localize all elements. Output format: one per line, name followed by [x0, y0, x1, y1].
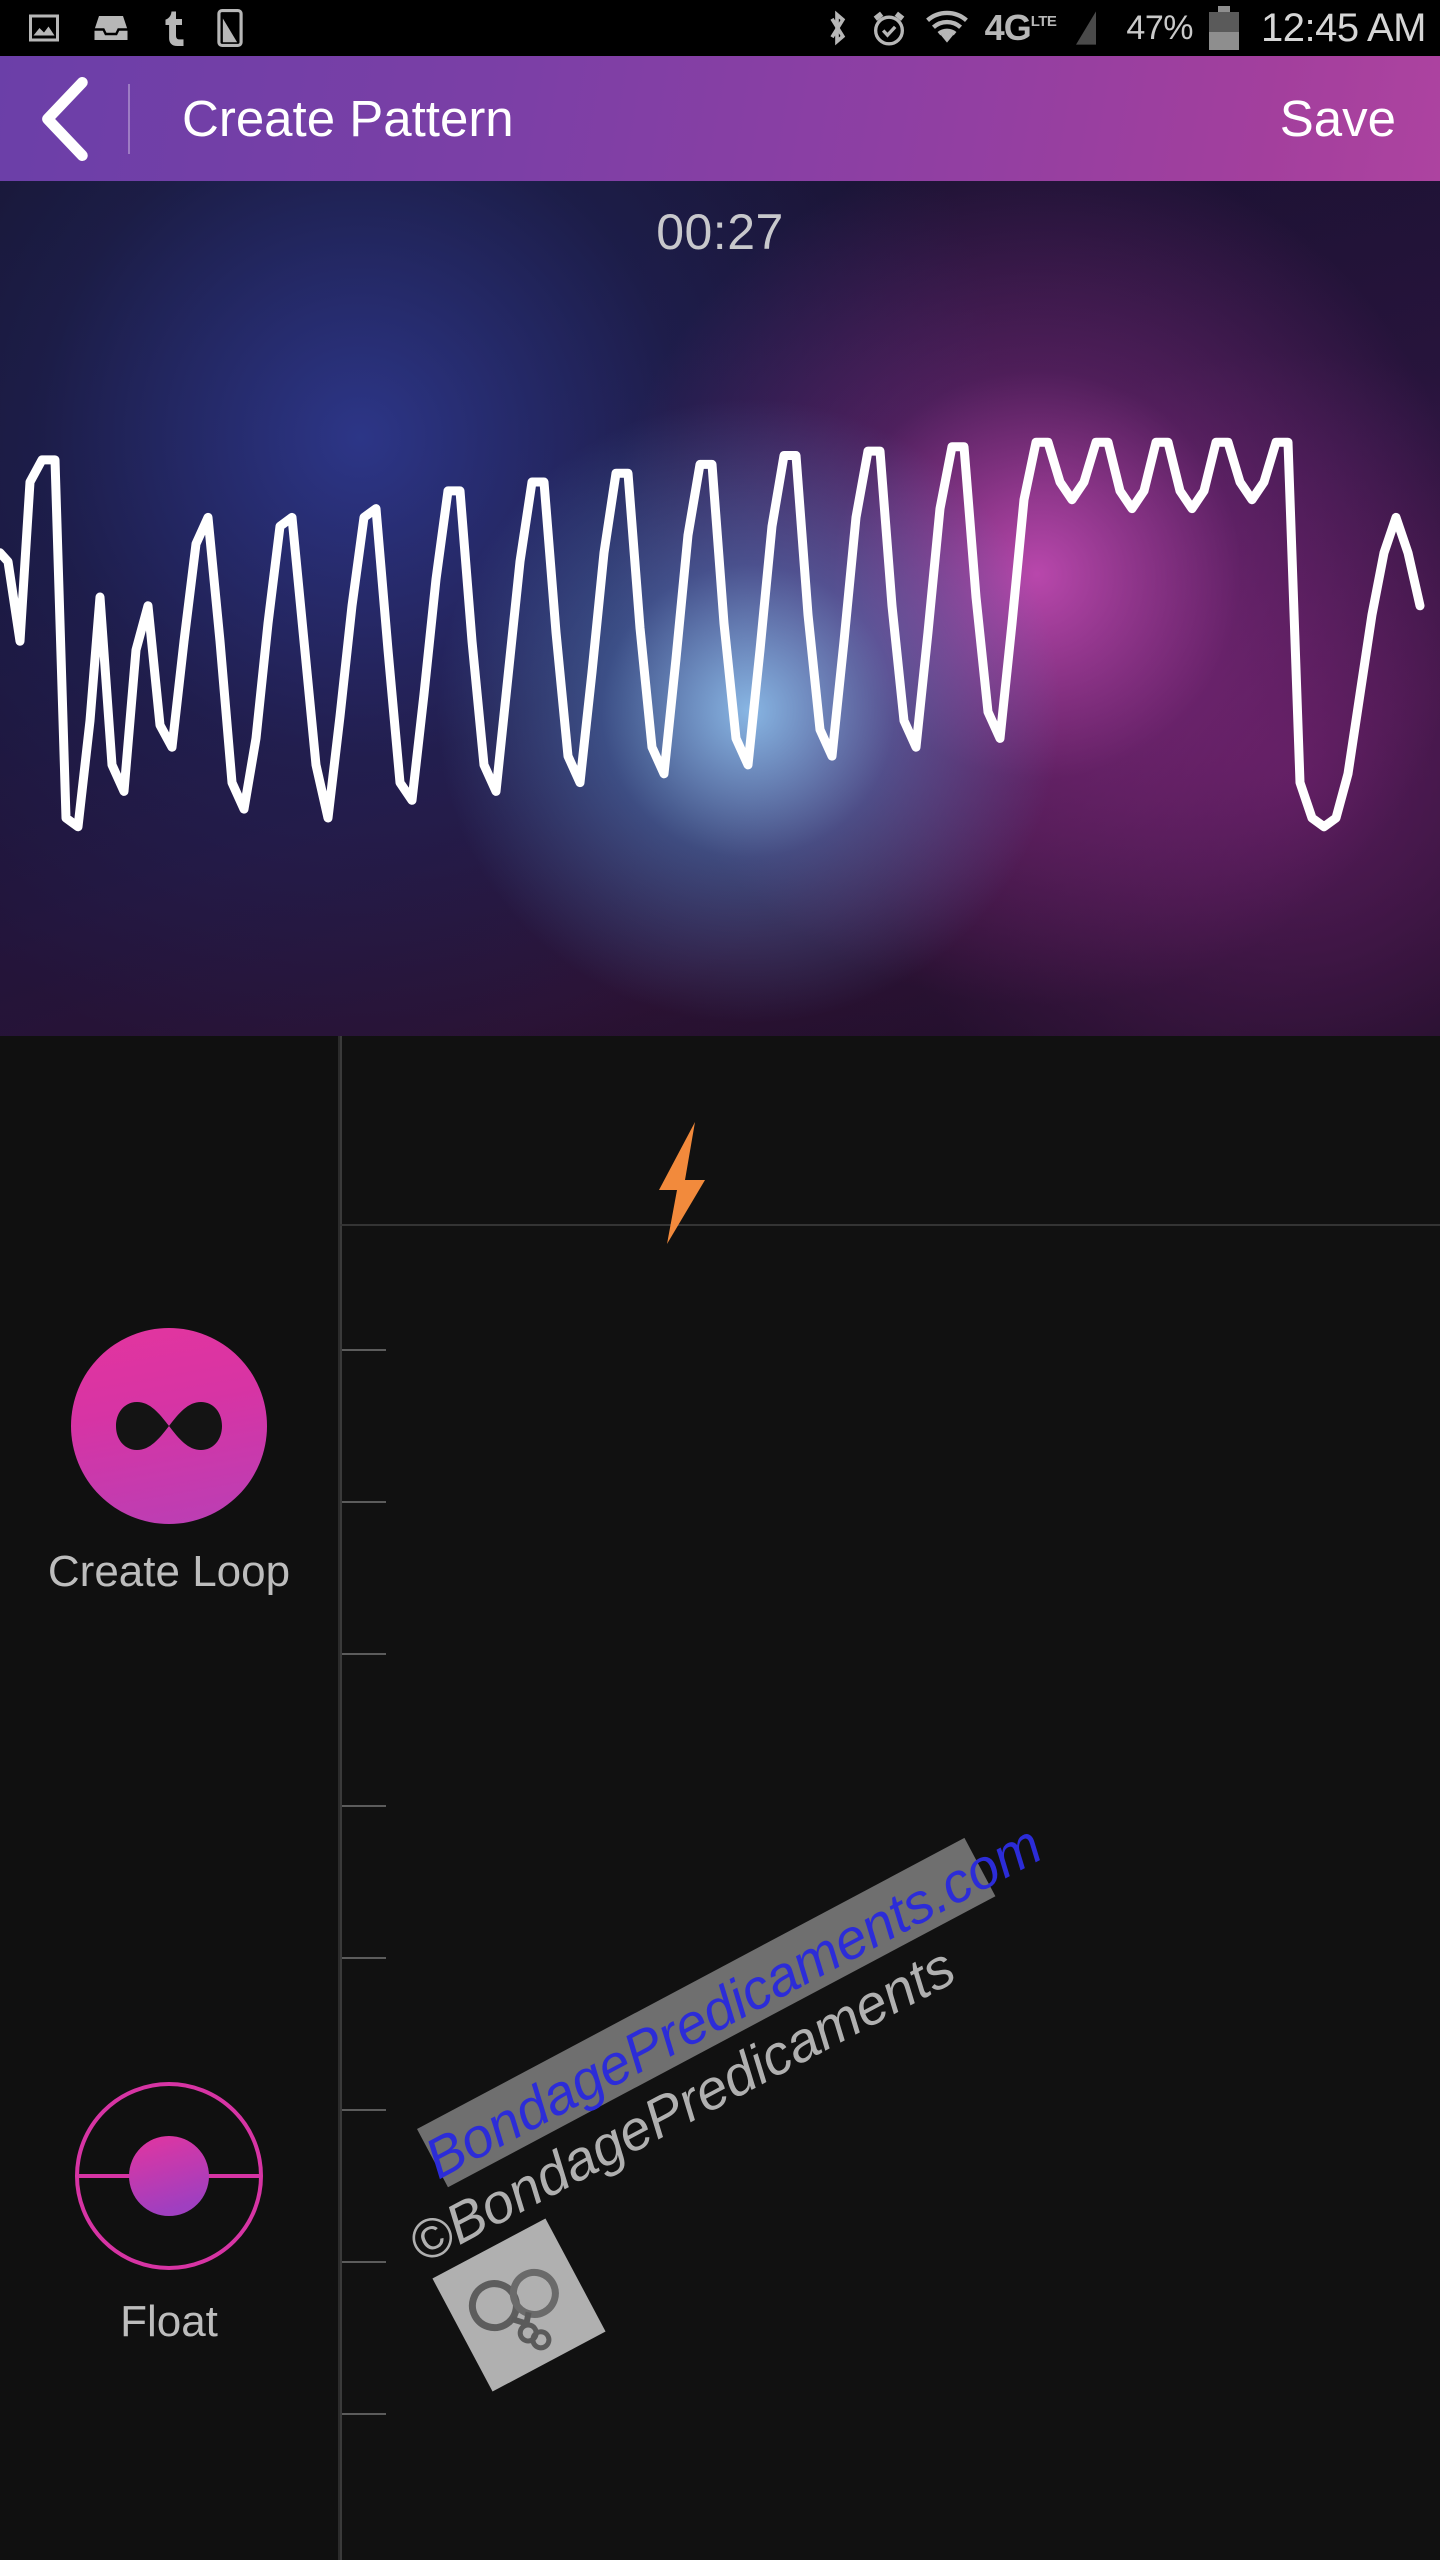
- timeline-rail: [340, 1036, 342, 2560]
- tool-float[interactable]: Float: [0, 2078, 338, 2344]
- battery-percent: 47%: [1126, 9, 1193, 47]
- screenshot-icon: [216, 9, 244, 47]
- float-dot-icon: [71, 2078, 267, 2274]
- waveform-line: [0, 437, 1425, 832]
- signal-bars-icon: [1072, 8, 1110, 48]
- inbox-icon: [92, 10, 130, 46]
- timeline-tick: [342, 2261, 386, 2263]
- waveform-panel[interactable]: 00:27: [0, 181, 1440, 1036]
- chevron-left-icon: [42, 76, 88, 161]
- save-button[interactable]: Save: [1280, 93, 1396, 144]
- battery-icon: [1208, 6, 1239, 50]
- wifi-icon: [925, 9, 969, 47]
- infinity-icon: [71, 1328, 267, 1524]
- status-clock: 12:45 AM: [1260, 6, 1427, 50]
- tumblr-icon: [160, 10, 186, 46]
- network-sub-label: LTE: [1030, 12, 1057, 30]
- lightning-bolt-icon[interactable]: [637, 1118, 725, 1253]
- timeline-tick: [342, 1653, 386, 1655]
- timeline-tick: [342, 1501, 386, 1503]
- timeline-tick: [342, 1805, 386, 1807]
- editor-area: Create Loop Float ©BondagePredicaments B…: [0, 1036, 1440, 2560]
- app-screen: 4G LTE 47% 12:45 AM Create Pattern Save …: [0, 0, 1440, 2560]
- appbar-divider: [128, 83, 130, 154]
- status-notifications: [26, 9, 244, 47]
- timeline-tick: [342, 1349, 386, 1351]
- gallery-icon: [26, 10, 62, 46]
- tool-create-loop-label: Create Loop: [47, 1547, 291, 1596]
- timeline-header-separator: [340, 1224, 1440, 1226]
- tool-column: Create Loop Float: [0, 1036, 340, 2560]
- tool-create-loop[interactable]: Create Loop: [0, 1328, 338, 1594]
- tool-float-label: Float: [120, 2297, 218, 2346]
- status-system-icons: 4G LTE 47% 12:45 AM: [821, 6, 1427, 50]
- app-bar: Create Pattern Save: [0, 56, 1440, 181]
- back-button[interactable]: [0, 56, 128, 181]
- timeline-tick: [342, 2109, 386, 2111]
- network-label: 4G: [984, 6, 1032, 48]
- bluetooth-icon: [821, 8, 853, 48]
- network-type-indicator: 4G LTE: [984, 6, 1057, 48]
- alarm-icon: [869, 8, 909, 48]
- timeline-tick: [342, 1957, 386, 1959]
- timeline-tick: [342, 2413, 386, 2415]
- status-bar: 4G LTE 47% 12:45 AM: [0, 0, 1440, 56]
- page-title: Create Pattern: [182, 90, 514, 147]
